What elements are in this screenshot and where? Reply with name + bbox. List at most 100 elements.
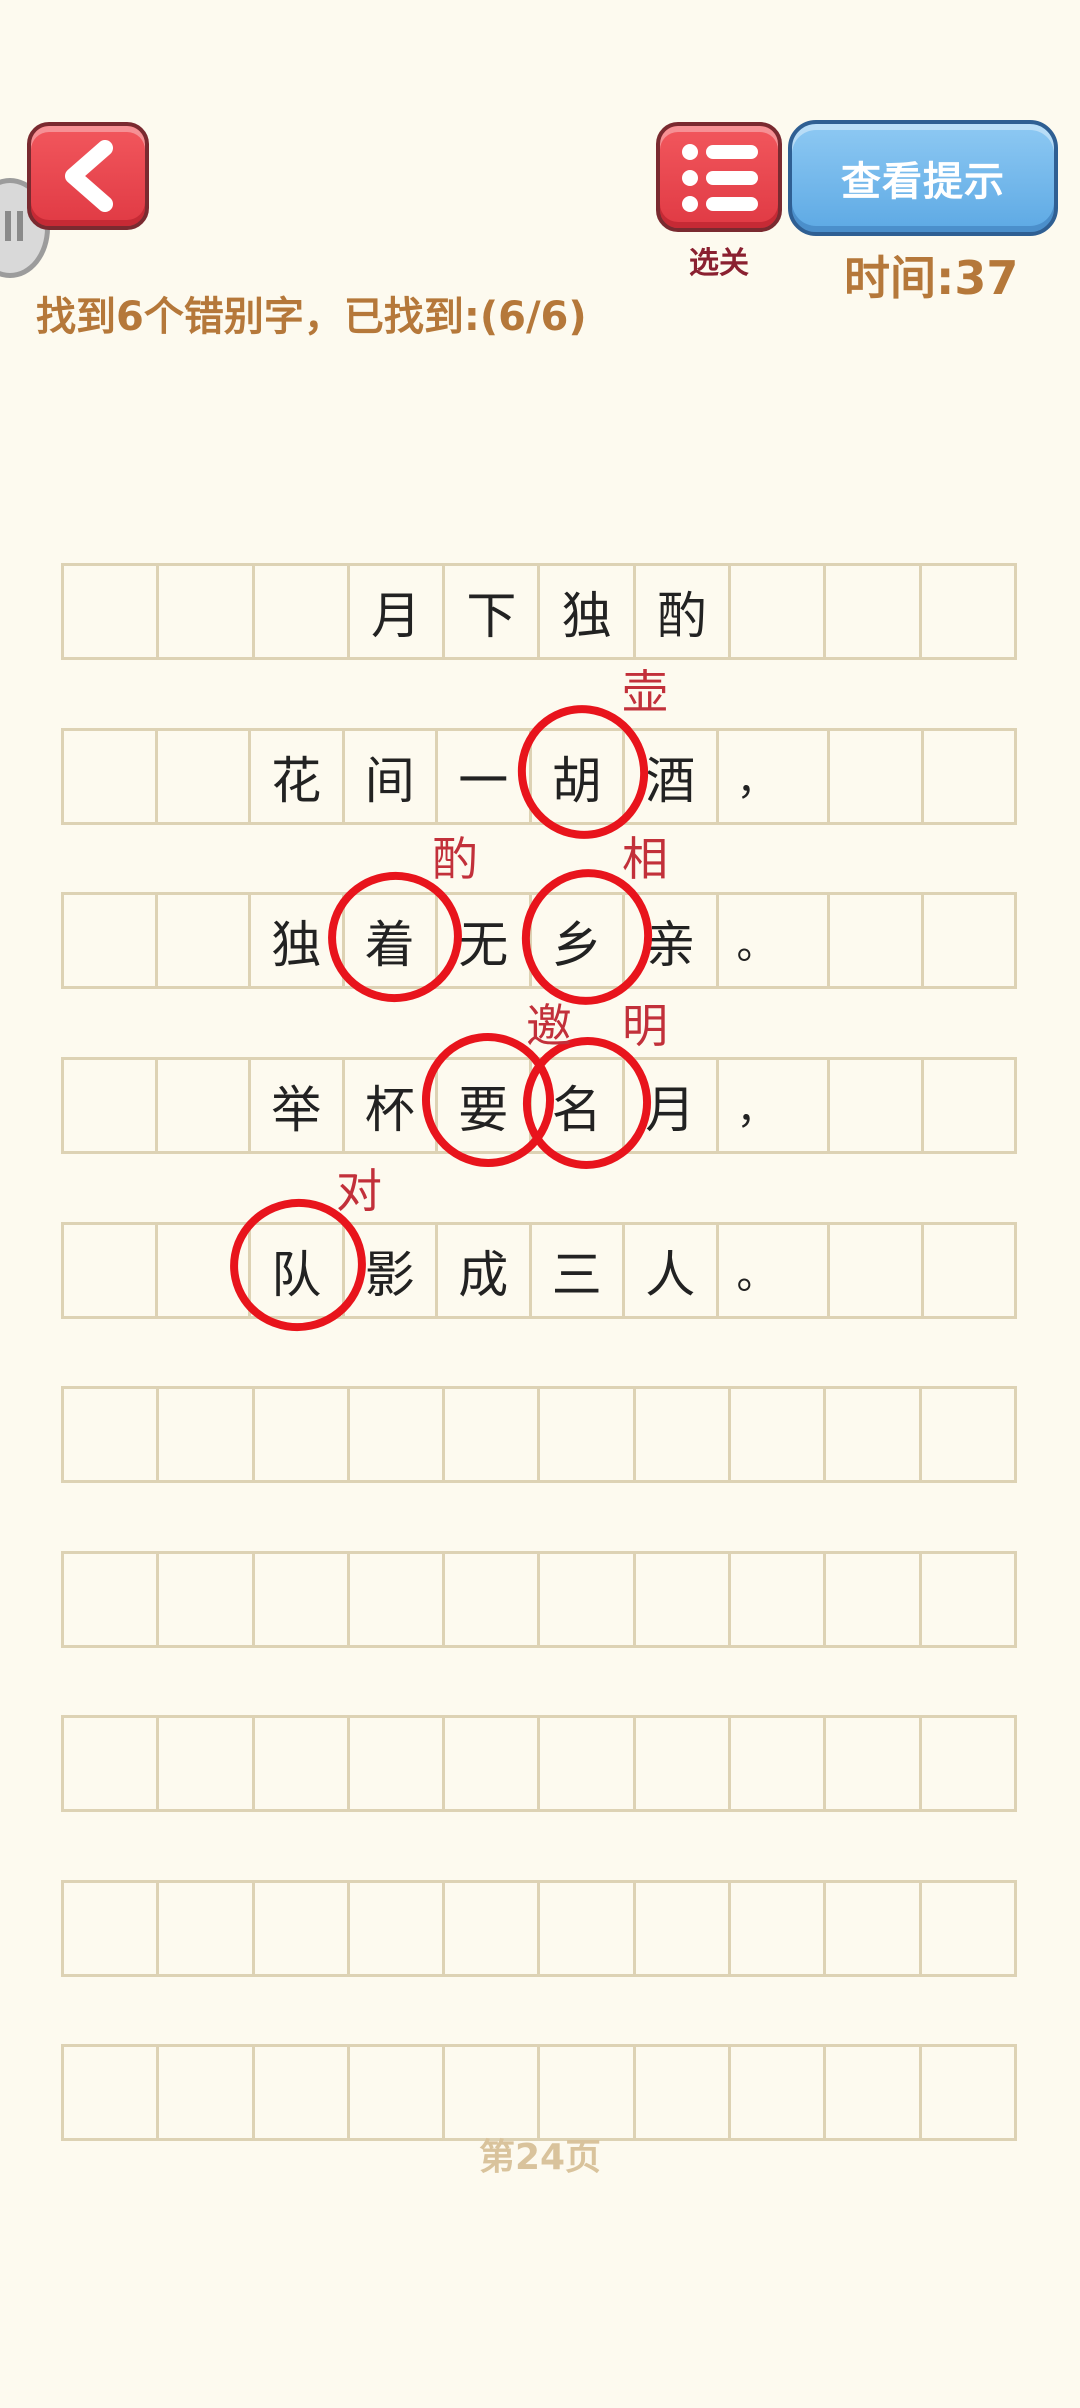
grid-cell[interactable] — [636, 2047, 732, 2138]
grid-cell[interactable] — [924, 1060, 1015, 1151]
grid-cell[interactable] — [540, 2047, 636, 2138]
grid-cell[interactable]: 名 — [532, 1060, 625, 1151]
grid-cell[interactable] — [924, 1225, 1015, 1316]
grid-cell[interactable]: 一 — [438, 731, 532, 822]
grid-cell[interactable]: 花 — [251, 731, 345, 822]
grid-cell[interactable] — [350, 2047, 446, 2138]
grid-cell[interactable] — [64, 1554, 160, 1645]
grid-cell[interactable]: 乡 — [532, 895, 625, 986]
level-select-button[interactable] — [656, 122, 782, 232]
grid-cell[interactable] — [159, 1718, 255, 1809]
grid-cell[interactable] — [64, 895, 158, 986]
grid-cell[interactable] — [64, 2047, 160, 2138]
grid-cell[interactable] — [922, 566, 1014, 657]
grid-cell[interactable] — [159, 1883, 255, 1974]
grid-cell[interactable] — [826, 566, 922, 657]
grid-cell[interactable] — [731, 2047, 827, 2138]
grid-cell[interactable] — [445, 1554, 541, 1645]
grid-cell[interactable] — [826, 2047, 922, 2138]
grid-cell[interactable]: 胡 — [532, 731, 625, 822]
grid-cell[interactable] — [159, 566, 255, 657]
grid-cell[interactable]: 人 — [625, 1225, 719, 1316]
grid-cell[interactable] — [350, 1554, 446, 1645]
grid-cell[interactable] — [830, 1060, 924, 1151]
grid-cell[interactable] — [826, 1389, 922, 1480]
grid-cell[interactable] — [255, 566, 350, 657]
grid-cell[interactable] — [830, 1225, 924, 1316]
grid-cell[interactable] — [159, 1554, 255, 1645]
grid-cell[interactable] — [731, 1883, 827, 1974]
grid-cell[interactable]: ， — [719, 1060, 830, 1151]
grid-cell[interactable]: 成 — [438, 1225, 532, 1316]
grid-cell[interactable] — [636, 1718, 732, 1809]
grid-cell[interactable] — [64, 1060, 158, 1151]
grid-cell[interactable] — [255, 1554, 350, 1645]
grid-cell[interactable] — [731, 1554, 827, 1645]
grid-cell[interactable] — [731, 1389, 827, 1480]
grid-cell[interactable]: 间 — [345, 731, 438, 822]
grid-cell[interactable] — [445, 1389, 541, 1480]
grid-cell[interactable]: 举 — [251, 1060, 345, 1151]
grid-cell[interactable]: 队 — [251, 1225, 345, 1316]
grid-cell[interactable]: 下 — [445, 566, 541, 657]
grid-cell[interactable]: 要 — [438, 1060, 532, 1151]
grid-cell[interactable] — [922, 1718, 1014, 1809]
grid-cell[interactable]: 亲 — [625, 895, 719, 986]
view-hint-button[interactable]: 查看提示 — [788, 120, 1058, 236]
grid-cell[interactable] — [445, 1883, 541, 1974]
grid-cell[interactable] — [255, 1718, 350, 1809]
grid-cell[interactable]: ， — [719, 731, 830, 822]
grid-cell[interactable]: 独 — [540, 566, 636, 657]
grid-cell[interactable]: 着 — [345, 895, 438, 986]
grid-cell[interactable] — [922, 1389, 1014, 1480]
grid-cell[interactable] — [350, 1389, 446, 1480]
grid-cell[interactable] — [826, 1718, 922, 1809]
back-button[interactable] — [27, 122, 149, 230]
grid-cell[interactable] — [830, 731, 924, 822]
grid-cell[interactable] — [64, 1718, 160, 1809]
grid-cell[interactable] — [255, 1389, 350, 1480]
grid-cell[interactable] — [731, 566, 827, 657]
grid-cell[interactable] — [158, 1060, 251, 1151]
grid-cell[interactable] — [922, 1883, 1014, 1974]
grid-cell[interactable] — [64, 731, 158, 822]
grid-cell[interactable] — [159, 1389, 255, 1480]
grid-cell[interactable]: 。 — [719, 895, 830, 986]
grid-cell[interactable] — [445, 1718, 541, 1809]
grid-cell[interactable] — [158, 1225, 251, 1316]
grid-cell[interactable] — [922, 2047, 1014, 2138]
grid-cell[interactable]: 。 — [719, 1225, 830, 1316]
grid-cell[interactable] — [636, 1554, 732, 1645]
grid-cell[interactable] — [540, 1718, 636, 1809]
grid-cell[interactable] — [445, 2047, 541, 2138]
grid-cell[interactable]: 月 — [350, 566, 446, 657]
grid-cell[interactable] — [922, 1554, 1014, 1645]
grid-cell[interactable]: 酌 — [636, 566, 732, 657]
grid-cell[interactable] — [64, 1883, 160, 1974]
grid-cell[interactable]: 无 — [438, 895, 532, 986]
grid-cell[interactable] — [255, 1883, 350, 1974]
grid-cell[interactable]: 月 — [625, 1060, 719, 1151]
grid-cell[interactable] — [64, 1389, 160, 1480]
grid-cell[interactable]: 酒 — [625, 731, 719, 822]
grid-cell[interactable]: 独 — [251, 895, 345, 986]
grid-cell[interactable] — [540, 1883, 636, 1974]
grid-cell[interactable] — [636, 1389, 732, 1480]
grid-cell[interactable] — [826, 1554, 922, 1645]
grid-cell[interactable] — [826, 1883, 922, 1974]
grid-cell[interactable] — [924, 895, 1015, 986]
grid-cell[interactable] — [64, 566, 160, 657]
grid-cell[interactable] — [159, 2047, 255, 2138]
grid-cell[interactable]: 杯 — [345, 1060, 438, 1151]
grid-cell[interactable]: 影 — [345, 1225, 438, 1316]
grid-cell[interactable] — [636, 1883, 732, 1974]
grid-cell[interactable] — [540, 1554, 636, 1645]
grid-cell[interactable] — [350, 1718, 446, 1809]
grid-cell[interactable] — [924, 731, 1015, 822]
grid-cell[interactable]: 三 — [532, 1225, 625, 1316]
grid-cell[interactable] — [350, 1883, 446, 1974]
grid-cell[interactable] — [830, 895, 924, 986]
grid-cell[interactable] — [540, 1389, 636, 1480]
grid-cell[interactable] — [158, 731, 251, 822]
grid-cell[interactable] — [158, 895, 251, 986]
